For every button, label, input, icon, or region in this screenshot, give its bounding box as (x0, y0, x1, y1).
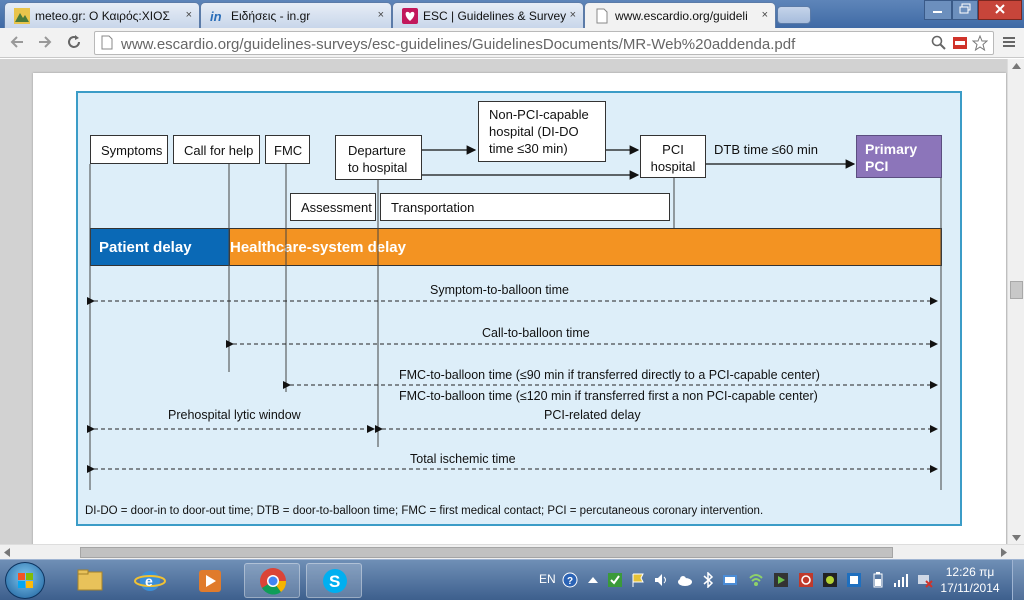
box-label: PCI (662, 142, 684, 157)
box-label: Transportation (391, 200, 475, 215)
cloud-icon[interactable] (677, 572, 693, 588)
battery-icon[interactable] (870, 572, 886, 588)
box-label: time ≤30 min) (489, 141, 568, 156)
language-indicator[interactable]: EN (539, 572, 556, 586)
chrome-icon (260, 568, 287, 595)
call-to-balloon-label: Call-to-balloon time (482, 326, 590, 340)
figure-footnote: DI-DO = door-in to door-out time; DTB = … (85, 505, 764, 517)
start-button[interactable] (5, 562, 45, 599)
pci-hospital-box: PCI hospital (640, 135, 706, 178)
symptoms-box: Symptoms (90, 135, 168, 164)
non-pci-hospital-box: Non-PCI-capable hospital (DI-DO time ≤30… (478, 101, 606, 162)
transportation-box: Transportation (380, 193, 670, 221)
signal-icon[interactable] (893, 572, 909, 588)
departure-box: Departure to hospital (335, 135, 422, 180)
taskbar-skype[interactable]: S (306, 563, 362, 598)
prehospital-lytic-label: Prehospital lytic window (168, 408, 301, 422)
call-for-help-box: Call for help (173, 135, 260, 164)
box-label: Symptoms (101, 143, 163, 158)
skype-icon: S (323, 569, 347, 593)
tray-expand-icon[interactable] (585, 572, 601, 588)
red-app-icon[interactable] (798, 572, 814, 588)
box-label: FMC (274, 143, 303, 158)
box-label: Primary (865, 141, 918, 157)
box-label: PCI (865, 158, 889, 174)
symptom-to-balloon-label: Symptom-to-balloon time (430, 283, 569, 297)
wifi-tool-icon[interactable] (748, 572, 764, 588)
taskbar-explorer[interactable] (62, 563, 118, 598)
svg-text:S: S (329, 572, 340, 591)
fmc-nonpci-label: FMC-to-balloon time (≤120 min if transfe… (399, 389, 818, 403)
fmc-box: FMC (265, 135, 310, 164)
box-label: hospital (DI-DO (489, 124, 579, 139)
box-label: hospital (650, 159, 696, 174)
network-disconnected-icon[interactable] (917, 572, 933, 588)
clock-date: 17/11/2014 (940, 581, 1000, 595)
taskbar-internet-explorer[interactable]: e (122, 563, 178, 598)
action-center-icon[interactable] (630, 572, 646, 588)
help-icon[interactable]: ? (562, 572, 578, 588)
total-ischemic-label: Total ischemic time (410, 452, 516, 466)
box-label: Departure (348, 143, 406, 158)
taskbar-media-player[interactable] (182, 563, 238, 598)
windows-taskbar: e S EN ? 12:26 πμ 17/11/2014 (0, 559, 1024, 600)
assessment-box: Assessment (290, 193, 376, 221)
media-player-icon (199, 570, 221, 592)
bluetooth-icon[interactable] (700, 571, 716, 589)
taskbar-chrome[interactable] (244, 563, 300, 598)
media-app-icon[interactable] (773, 572, 789, 588)
system-clock[interactable]: 12:26 πμ 17/11/2014 (940, 564, 1000, 596)
show-desktop-button[interactable] (1012, 560, 1024, 600)
box-label: to hospital (348, 160, 408, 175)
antivirus-icon[interactable] (607, 572, 623, 588)
box-label: Assessment (301, 200, 372, 215)
explorer-folder-icon (77, 569, 103, 591)
box-label: Non-PCI-capable (489, 107, 589, 122)
svg-text:e: e (145, 573, 153, 589)
primary-pci-box: Primary PCI (856, 135, 942, 178)
network-manager-icon[interactable] (722, 572, 738, 588)
internet-explorer-icon: e (134, 571, 166, 591)
fmc-direct-label: FMC-to-balloon time (≤90 min if transfer… (399, 368, 820, 382)
update-icon[interactable] (846, 572, 862, 588)
windows-logo-icon (18, 573, 33, 588)
svg-text:?: ? (567, 576, 573, 587)
clock-time: 12:26 πμ (945, 565, 995, 579)
dtb-time-label: DTB time ≤60 min (714, 142, 818, 157)
pci-related-delay-label: PCI-related delay (544, 408, 641, 422)
volume-icon[interactable] (653, 572, 669, 588)
box-label: Call for help (184, 143, 254, 158)
green-app-icon[interactable] (822, 572, 838, 588)
